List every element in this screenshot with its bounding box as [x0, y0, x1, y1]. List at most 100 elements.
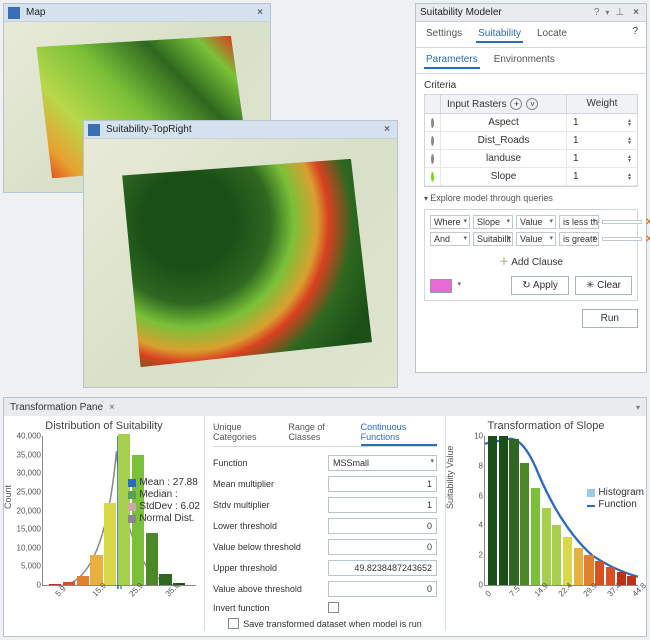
- mean-multiplier-input[interactable]: 1: [328, 476, 437, 492]
- query-clause: And Suitabilit Value is greater ✕: [430, 232, 632, 246]
- help-hint-icon[interactable]: ?: [594, 7, 600, 18]
- hist-bar: [488, 436, 497, 585]
- weight-stepper[interactable]: ▴▾: [628, 137, 631, 145]
- dropdown-icon[interactable]: ▾: [605, 8, 609, 17]
- raster-name: landuse: [441, 150, 567, 167]
- modeler-titlebar: Suitability Modeler ? ▾ ⊥ ×: [416, 4, 646, 22]
- map-icon: [88, 124, 100, 136]
- criteria-row[interactable]: Dist_Roads 1 ▴▾: [425, 132, 637, 150]
- op-select[interactable]: is less th.: [559, 215, 599, 229]
- modeler-title: Suitability Modeler: [420, 7, 588, 18]
- slope-legend: Histogram Function: [587, 486, 644, 511]
- pin-icon[interactable]: ⊥: [615, 7, 624, 18]
- subtab-environments[interactable]: Environments: [492, 52, 557, 69]
- map-icon: [8, 7, 20, 19]
- type-select[interactable]: Value: [516, 232, 556, 246]
- y-axis-label: Suitability Value: [445, 445, 455, 508]
- modeler-tabs: Settings Suitability Locate ?: [416, 22, 646, 48]
- modeler-subtabs: Parameters Environments: [416, 48, 646, 74]
- weight-stepper[interactable]: ▴▾: [628, 155, 631, 163]
- explore-queries-toggle[interactable]: Explore model through queries: [424, 193, 638, 203]
- function-select[interactable]: MSSmall: [328, 455, 437, 471]
- type-select[interactable]: Value: [516, 215, 556, 229]
- col-input-rasters: Input Rasters: [447, 99, 506, 110]
- hist-bar: [542, 508, 551, 585]
- criteria-label: Criteria: [424, 80, 638, 91]
- weight-stepper[interactable]: ▴▾: [628, 119, 631, 127]
- slope-title: Transformation of Slope: [450, 420, 642, 432]
- value-select[interactable]: [602, 220, 642, 224]
- add-clause-button[interactable]: ＋ Add Clause: [430, 249, 632, 272]
- apply-button[interactable]: ↻ Apply: [511, 276, 569, 295]
- close-icon[interactable]: ×: [254, 7, 266, 18]
- upper-threshold-input[interactable]: 49.8238487243652: [328, 560, 437, 576]
- hist-bar: [595, 561, 604, 585]
- hist-bar: [499, 436, 508, 585]
- pane-menu-button[interactable]: ▾: [636, 403, 640, 412]
- subtab-parameters[interactable]: Parameters: [424, 52, 480, 69]
- highlight-color-picker[interactable]: [430, 279, 452, 293]
- hist-bar: [627, 576, 636, 585]
- weight-value: 1: [573, 153, 579, 164]
- slope-plot: 024681007.514.922.429.937.444.8: [484, 436, 638, 586]
- tab-settings[interactable]: Settings: [424, 26, 464, 43]
- hist-bar: [159, 574, 171, 585]
- criteria-row[interactable]: Aspect 1 ▴▾: [425, 114, 637, 132]
- invert-checkbox[interactable]: [328, 602, 339, 613]
- hist-bar: [63, 582, 75, 585]
- col-weight: Weight: [567, 95, 637, 113]
- distribution-legend: Mean : 27.88 Median : StdDev : 6.02 Norm…: [128, 476, 200, 525]
- hist-bar: [563, 537, 572, 585]
- midtab-range[interactable]: Range of Classes: [288, 420, 350, 446]
- value-select[interactable]: [602, 237, 642, 241]
- y-axis-label: Count: [3, 484, 13, 508]
- transform-tabbar: Transformation Pane × ▾: [4, 398, 646, 416]
- raster-menu-button[interactable]: v: [526, 98, 538, 110]
- op-select[interactable]: is greater: [559, 232, 599, 246]
- clear-button[interactable]: ✳ Clear: [575, 276, 632, 295]
- hist-bar: [77, 576, 89, 585]
- suitability-modeler-panel: Suitability Modeler ? ▾ ⊥ × Settings Sui…: [415, 3, 647, 373]
- transform-pane-title: Transformation Pane: [10, 402, 103, 413]
- distribution-chart: Distribution of Suitability Count 05,000…: [4, 416, 204, 631]
- map-a-titlebar: Map ×: [4, 4, 270, 22]
- color-dot: [431, 154, 434, 164]
- distribution-title: Distribution of Suitability: [8, 420, 200, 432]
- help-icon[interactable]: ?: [632, 26, 638, 43]
- query-clause: Where Slope Value is less th. ✕: [430, 215, 632, 229]
- value-above-input[interactable]: 0: [328, 581, 437, 597]
- close-icon[interactable]: ×: [381, 124, 393, 135]
- run-button[interactable]: Run: [582, 309, 638, 328]
- weight-value: 1: [573, 171, 579, 182]
- criteria-row[interactable]: landuse 1 ▴▾: [425, 150, 637, 168]
- tab-suitability[interactable]: Suitability: [476, 26, 523, 43]
- join-select[interactable]: Where: [430, 215, 470, 229]
- close-icon[interactable]: ×: [630, 7, 642, 18]
- hist-bar: [146, 533, 158, 585]
- hist-bar: [531, 488, 540, 585]
- weight-stepper[interactable]: ▴▾: [628, 173, 631, 181]
- weight-value: 1: [573, 135, 579, 146]
- field-select[interactable]: Suitabilit: [473, 232, 513, 246]
- tab-locate[interactable]: Locate: [535, 26, 569, 43]
- lower-threshold-input[interactable]: 0: [328, 518, 437, 534]
- slope-chart: Transformation of Slope Suitability Valu…: [446, 416, 646, 631]
- map-b-view[interactable]: [84, 139, 397, 387]
- weight-value: 1: [573, 117, 579, 128]
- map-a-title: Map: [26, 7, 248, 18]
- hist-bar: [552, 525, 561, 585]
- raster-name: Slope: [441, 168, 567, 185]
- value-below-input[interactable]: 0: [328, 539, 437, 555]
- field-select[interactable]: Slope: [473, 215, 513, 229]
- add-raster-button[interactable]: +: [510, 98, 522, 110]
- midtab-unique[interactable]: Unique Categories: [213, 420, 278, 446]
- stdv-multiplier-input[interactable]: 1: [328, 497, 437, 513]
- remove-clause-button[interactable]: ✕: [645, 234, 650, 245]
- raster-name: Aspect: [441, 114, 567, 131]
- midtab-continuous[interactable]: Continuous Functions: [361, 420, 437, 446]
- remove-clause-button[interactable]: ✕: [645, 217, 650, 228]
- criteria-row[interactable]: Slope 1 ▴▾: [425, 168, 637, 186]
- save-transformed-checkbox[interactable]: [228, 618, 239, 629]
- join-select[interactable]: And: [430, 232, 470, 246]
- close-icon[interactable]: ×: [109, 402, 115, 413]
